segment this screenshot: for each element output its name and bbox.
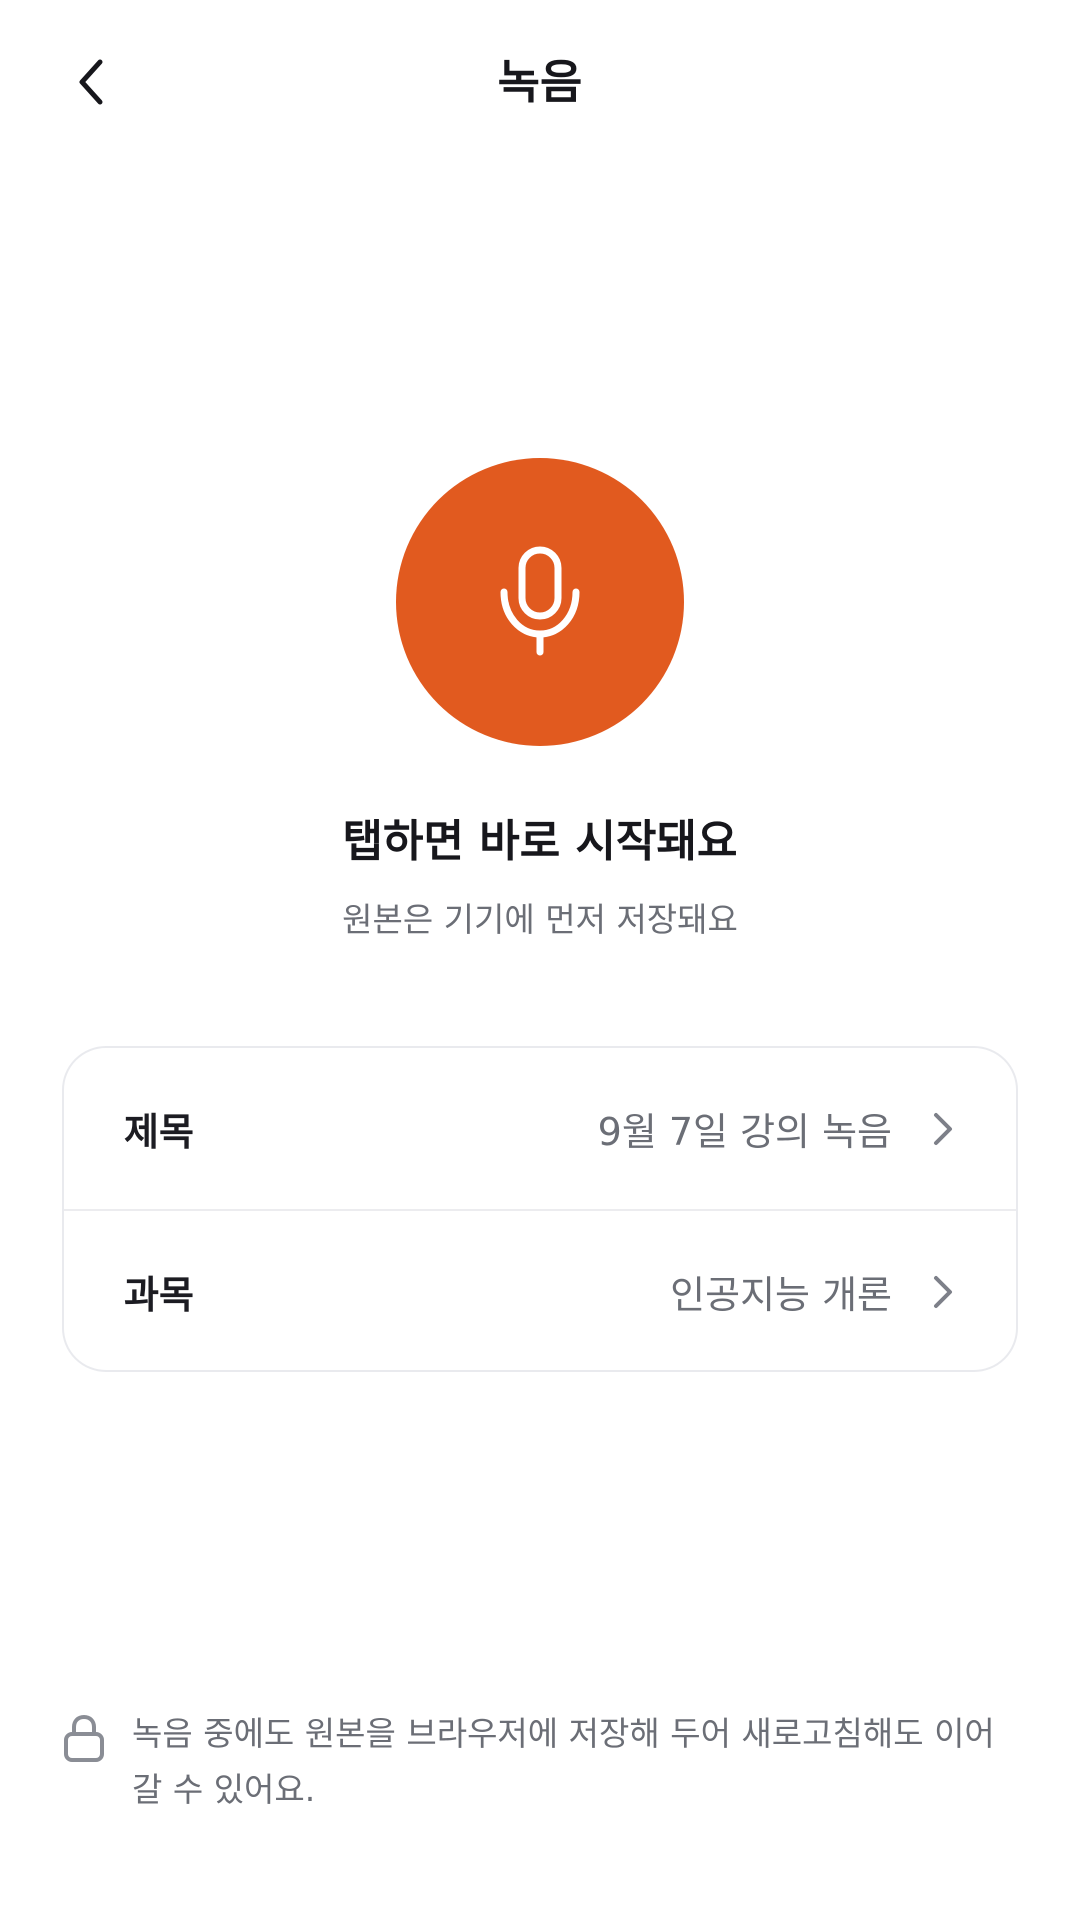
settings-row-subject[interactable]: 과목 인공지능 개론 (64, 1209, 1016, 1370)
settings-row-label: 과목 (124, 1273, 194, 1317)
page-title: 녹음 (497, 55, 583, 109)
notice-text: 녹음 중에도 원본을 브라우저에 저장해 두어 새로고침해도 이어갈 수 있어요… (132, 1714, 995, 1809)
record-subline: 원본은 기기에 먼저 저장돼요 (342, 900, 738, 939)
record-headline: 탭하면 바로 시작돼요 (342, 816, 738, 867)
microphone-icon (500, 546, 580, 656)
record-button[interactable] (396, 458, 684, 746)
recording-settings-card: 제목 9월 7일 강의 녹음 과목 인공지능 개론 (62, 1046, 1018, 1372)
settings-row-value: 9월 7일 강의 녹음 (597, 1110, 892, 1154)
recording-screen: 녹음 탭하면 바로 시작돼요 원본은 기기에 먼저 저장돼요 제목 9월 7일 … (0, 0, 1080, 1920)
settings-row-value: 인공지능 개론 (670, 1273, 892, 1317)
settings-row-title[interactable]: 제목 9월 7일 강의 녹음 (64, 1048, 1016, 1209)
lock-icon (64, 1714, 104, 1762)
settings-row-label: 제목 (124, 1110, 194, 1154)
chevron-right-icon (924, 1109, 960, 1149)
storage-notice: 녹음 중에도 원본을 브라우저에 저장해 두어 새로고침해도 이어갈 수 있어요… (62, 1706, 1022, 1818)
chevron-right-icon (924, 1272, 960, 1312)
